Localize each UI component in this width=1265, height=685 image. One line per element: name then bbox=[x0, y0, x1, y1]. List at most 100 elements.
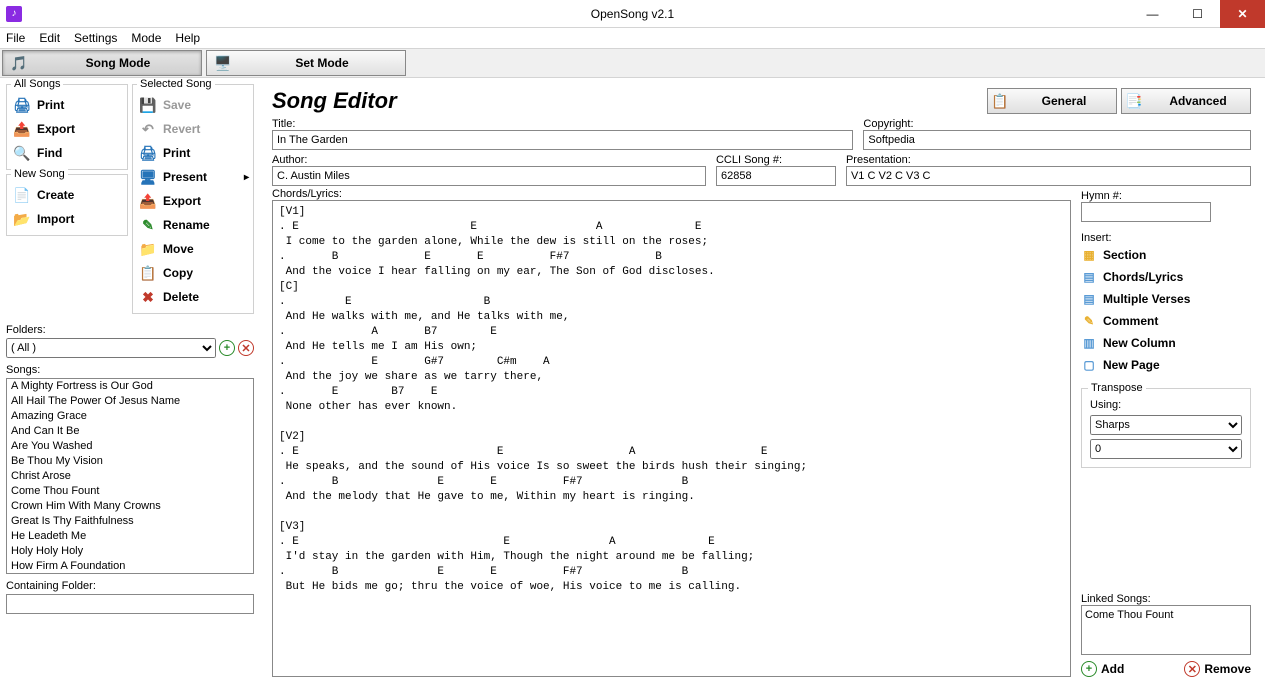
add-linked-button[interactable]: +Add bbox=[1081, 661, 1124, 677]
insert-chords-button[interactable]: ▤Chords/Lyrics bbox=[1081, 266, 1251, 288]
insert-newcol-button[interactable]: ▥New Column bbox=[1081, 332, 1251, 354]
rename-button[interactable]: ✎Rename bbox=[137, 213, 249, 237]
containing-folder-input[interactable] bbox=[6, 594, 254, 614]
close-button[interactable]: ✕ bbox=[1220, 0, 1265, 28]
new-song-title: New Song bbox=[11, 168, 68, 180]
song-mode-button[interactable]: 🎵 Song Mode bbox=[2, 50, 202, 76]
remove-icon: ✕ bbox=[1184, 661, 1200, 677]
song-row[interactable]: Be Thou My Vision bbox=[7, 454, 253, 469]
linked-songs-list[interactable]: Come Thou Fount bbox=[1081, 605, 1251, 655]
insert-multiple-button[interactable]: ▤Multiple Verses bbox=[1081, 288, 1251, 310]
folders-select[interactable]: ( All ) bbox=[6, 338, 216, 358]
window-title: OpenSong v2.1 bbox=[591, 7, 674, 21]
menu-settings[interactable]: Settings bbox=[74, 31, 117, 45]
presentation-input[interactable] bbox=[846, 166, 1251, 186]
song-row[interactable]: Amazing Grace bbox=[7, 409, 253, 424]
copyright-input[interactable] bbox=[863, 130, 1251, 150]
menu-file[interactable]: File bbox=[6, 31, 25, 45]
all-songs-title: All Songs bbox=[11, 78, 63, 90]
sharps-select[interactable]: Sharps bbox=[1090, 415, 1242, 435]
delete-icon: ✖ bbox=[139, 288, 157, 306]
delete-button[interactable]: ✖Delete bbox=[137, 285, 249, 309]
rename-icon: ✎ bbox=[139, 216, 157, 234]
export-all-button[interactable]: 📤Export bbox=[11, 117, 123, 141]
general-tab[interactable]: 📋 General bbox=[987, 88, 1117, 114]
ccli-input[interactable] bbox=[716, 166, 836, 186]
copyright-label: Copyright: bbox=[863, 118, 1251, 130]
menubar: File Edit Settings Mode Help bbox=[0, 28, 1265, 48]
song-row[interactable]: Crown Him With Many Crowns bbox=[7, 499, 253, 514]
selected-song-title: Selected Song bbox=[137, 78, 215, 90]
add-folder-button[interactable]: + bbox=[219, 340, 235, 356]
import-button[interactable]: 📂Import bbox=[11, 207, 123, 231]
songs-list[interactable]: A Mighty Fortress is Our GodAll Hail The… bbox=[6, 378, 254, 574]
new-page-icon: ▢ bbox=[1081, 357, 1097, 373]
export-icon: 📤 bbox=[13, 120, 31, 138]
linked-songs-label: Linked Songs: bbox=[1081, 593, 1251, 605]
move-button[interactable]: 📁Move bbox=[137, 237, 249, 261]
minimize-button[interactable]: — bbox=[1130, 0, 1175, 28]
remove-folder-button[interactable]: ✕ bbox=[238, 340, 254, 356]
move-icon: 📁 bbox=[139, 240, 157, 258]
menu-mode[interactable]: Mode bbox=[131, 31, 161, 45]
ccli-label: CCLI Song #: bbox=[716, 154, 836, 166]
new-song-group: New Song 📄Create 📂Import bbox=[6, 174, 128, 236]
insert-section-button[interactable]: ▦Section bbox=[1081, 244, 1251, 266]
present-button[interactable]: 🖥Present▸ bbox=[137, 165, 249, 189]
song-mode-icon: 🎵 bbox=[7, 53, 31, 73]
transpose-title: Transpose bbox=[1088, 382, 1146, 394]
editor-panel: Song Editor 📋 General 📑 Advanced Title: … bbox=[260, 78, 1265, 685]
menu-edit[interactable]: Edit bbox=[39, 31, 60, 45]
song-row[interactable]: Christ Arose bbox=[7, 469, 253, 484]
song-row[interactable]: He Leadeth Me bbox=[7, 529, 253, 544]
create-button[interactable]: 📄Create bbox=[11, 183, 123, 207]
save-button[interactable]: 💾Save bbox=[137, 93, 249, 117]
selected-song-group: Selected Song 💾Save ↶Revert 🖨Print 🖥Pres… bbox=[132, 84, 254, 314]
multiple-verses-icon: ▤ bbox=[1081, 291, 1097, 307]
song-row[interactable]: Holy Holy Holy bbox=[7, 544, 253, 559]
song-row[interactable]: All Hail The Power Of Jesus Name bbox=[7, 394, 253, 409]
titlebar: ♪ OpenSong v2.1 — ☐ ✕ bbox=[0, 0, 1265, 28]
author-label: Author: bbox=[272, 154, 706, 166]
folders-label: Folders: bbox=[6, 324, 254, 336]
title-input[interactable] bbox=[272, 130, 853, 150]
advanced-tab[interactable]: 📑 Advanced bbox=[1121, 88, 1251, 114]
modebar: 🎵 Song Mode 🖥️ Set Mode bbox=[0, 48, 1265, 78]
advanced-tab-icon: 📑 bbox=[1122, 93, 1146, 110]
print-selected-button[interactable]: 🖨Print bbox=[137, 141, 249, 165]
revert-icon: ↶ bbox=[139, 120, 157, 138]
remove-linked-button[interactable]: ✕Remove bbox=[1184, 661, 1251, 677]
transpose-amount-select[interactable]: 0 bbox=[1090, 439, 1242, 459]
copy-button[interactable]: 📋Copy bbox=[137, 261, 249, 285]
save-icon: 💾 bbox=[139, 96, 157, 114]
insert-comment-button[interactable]: ✎Comment bbox=[1081, 310, 1251, 332]
containing-folder-label: Containing Folder: bbox=[6, 580, 254, 592]
find-button[interactable]: 🔍Find bbox=[11, 141, 123, 165]
using-label: Using: bbox=[1090, 399, 1242, 411]
song-row[interactable]: How Firm A Foundation bbox=[7, 559, 253, 574]
lyrics-editor[interactable]: [V1] . E E A E I come to the garden alon… bbox=[272, 200, 1071, 677]
song-row[interactable]: And Can It Be bbox=[7, 424, 253, 439]
find-icon: 🔍 bbox=[13, 144, 31, 162]
song-row[interactable]: Are You Washed bbox=[7, 439, 253, 454]
song-mode-label: Song Mode bbox=[35, 56, 201, 70]
insert-newpage-button[interactable]: ▢New Page bbox=[1081, 354, 1251, 376]
song-row[interactable]: Come Thou Fount bbox=[7, 484, 253, 499]
general-tab-icon: 📋 bbox=[988, 93, 1012, 110]
export-icon: 📤 bbox=[139, 192, 157, 210]
set-mode-label: Set Mode bbox=[239, 56, 405, 70]
set-mode-button[interactable]: 🖥️ Set Mode bbox=[206, 50, 406, 76]
song-row[interactable]: Great Is Thy Faithfulness bbox=[7, 514, 253, 529]
export-selected-button[interactable]: 📤Export bbox=[137, 189, 249, 213]
maximize-button[interactable]: ☐ bbox=[1175, 0, 1220, 28]
author-input[interactable] bbox=[272, 166, 706, 186]
menu-help[interactable]: Help bbox=[175, 31, 200, 45]
song-row[interactable]: A Mighty Fortress is Our God bbox=[7, 379, 253, 394]
presentation-label: Presentation: bbox=[846, 154, 1251, 166]
revert-button[interactable]: ↶Revert bbox=[137, 117, 249, 141]
set-mode-icon: 🖥️ bbox=[211, 53, 235, 73]
print-icon: 🖨 bbox=[13, 96, 31, 114]
chords-icon: ▤ bbox=[1081, 269, 1097, 285]
print-all-button[interactable]: 🖨Print bbox=[11, 93, 123, 117]
hymn-input[interactable] bbox=[1081, 202, 1211, 222]
